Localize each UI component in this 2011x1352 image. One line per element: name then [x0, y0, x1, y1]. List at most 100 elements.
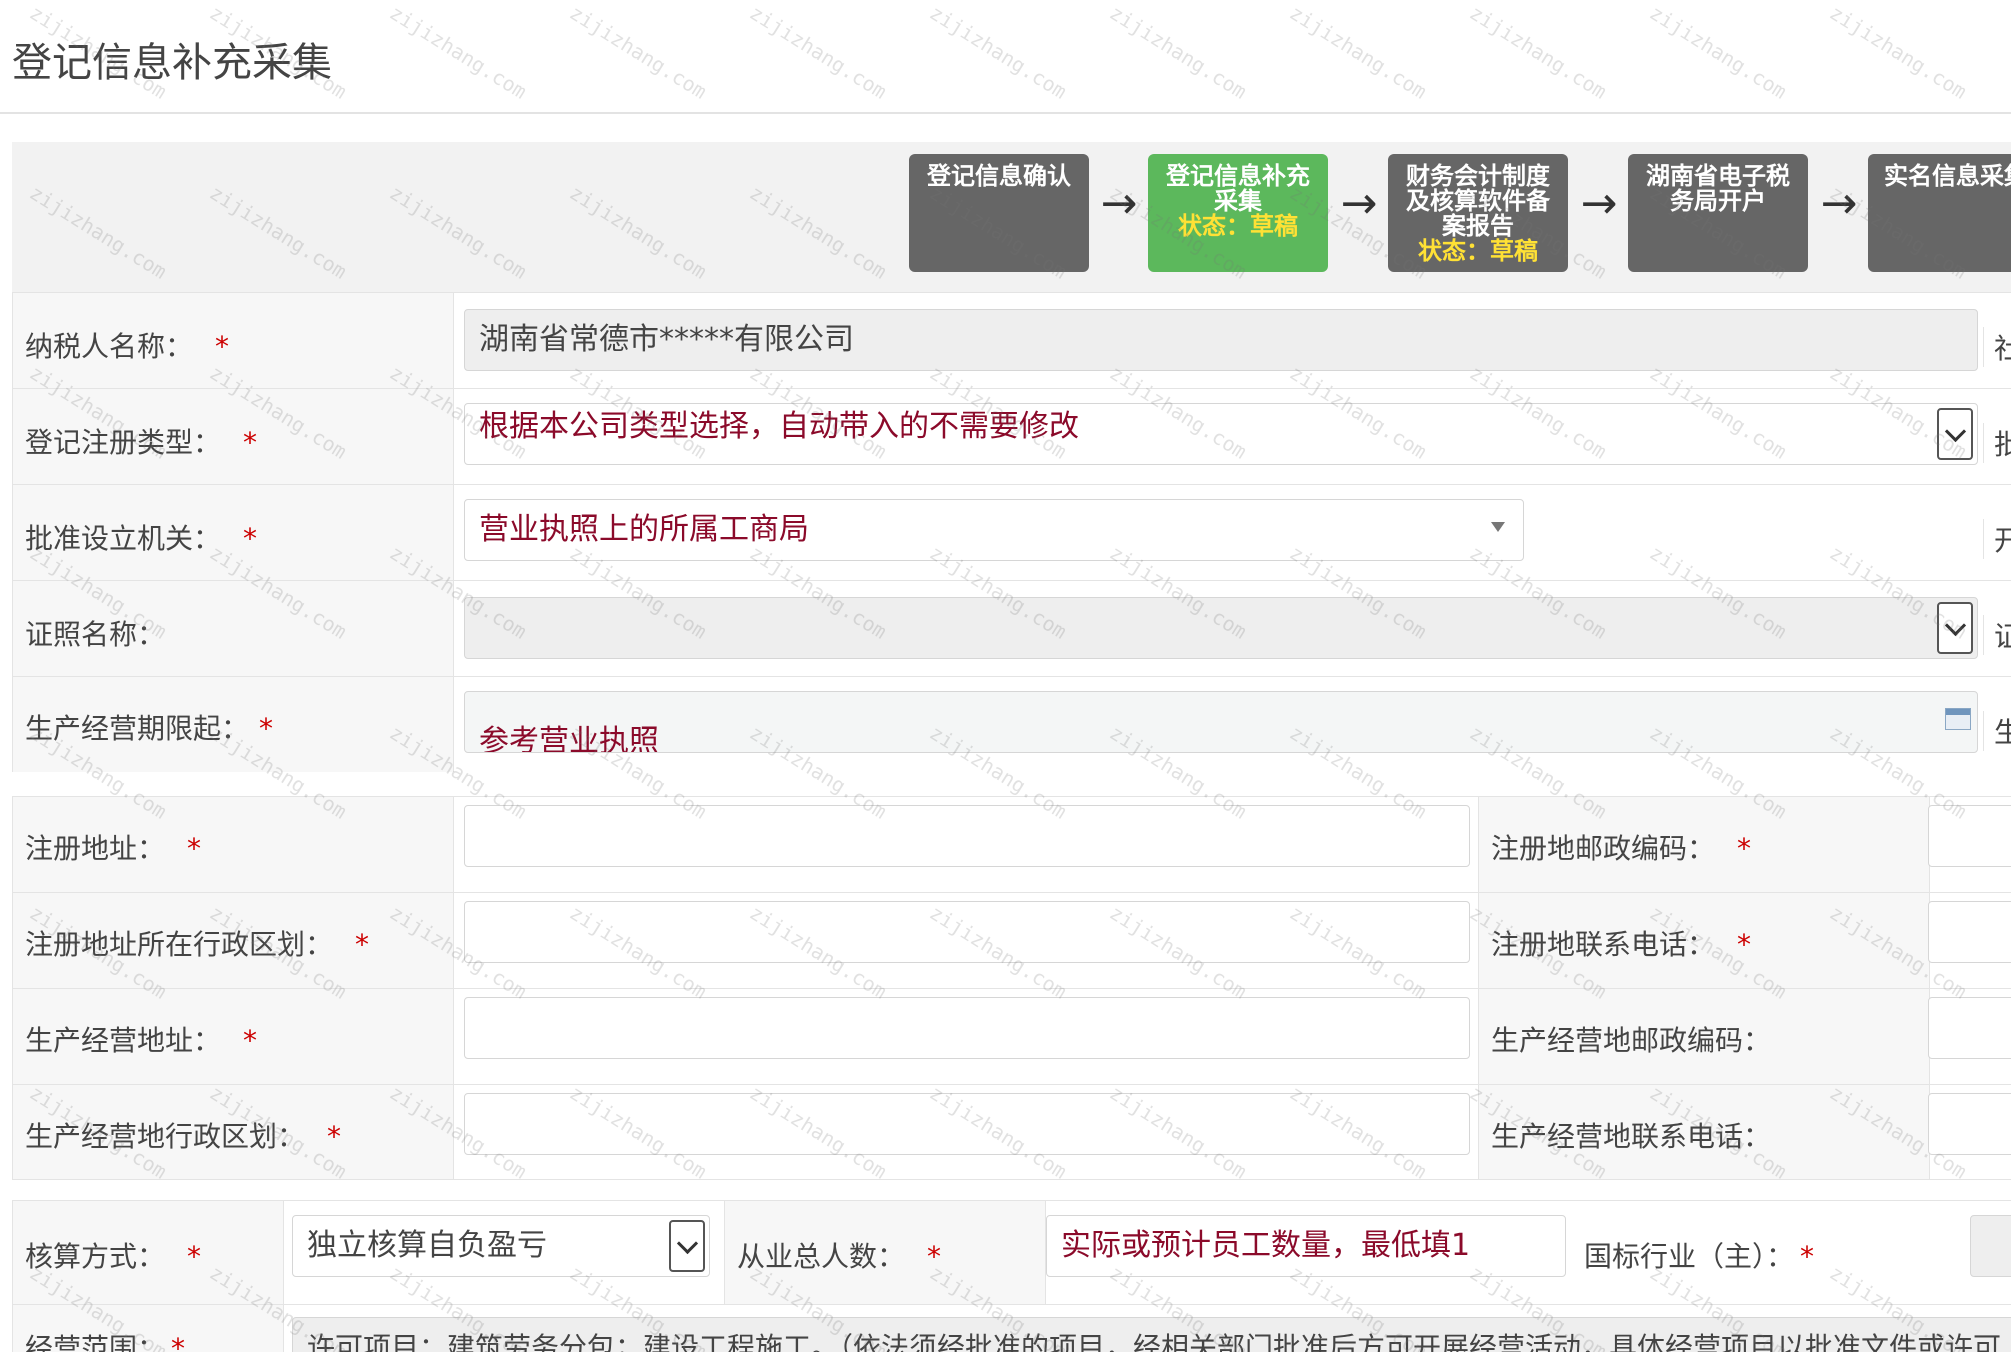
field-label: 纳税人名称：: [25, 330, 194, 363]
step-arrow-icon: →: [1820, 178, 1858, 229]
period-start-date-input[interactable]: 参考营业执照: [464, 691, 1978, 753]
biz-phone-input[interactable]: [1928, 1093, 2011, 1155]
step-e-tax-account[interactable]: 湖南省电子税务局开户: [1628, 154, 1808, 272]
step-label: 实名信息采集: [1884, 162, 2011, 190]
reg-postcode-input[interactable]: [1928, 805, 2011, 867]
label-cell: 注册地址： *: [12, 797, 454, 892]
side-label: 社: [1983, 327, 2011, 367]
field-label: 批准设立机关：: [25, 522, 222, 555]
reg-address-input[interactable]: [464, 805, 1470, 867]
required-mark: *: [1737, 832, 1752, 865]
biz-region-input[interactable]: [464, 1093, 1470, 1155]
step-status: 状态：草稿: [1418, 237, 1538, 265]
calendar-icon[interactable]: [1945, 708, 1971, 730]
reg-type-select[interactable]: 根据本公司类型选择，自动带入的不需要修改: [464, 403, 1978, 465]
label-cell: 注册地址所在行政区划： *: [12, 893, 454, 988]
label-cell: 登记注册类型： *: [12, 389, 454, 484]
side-label: 批: [1983, 423, 2011, 463]
required-mark: *: [171, 1332, 186, 1352]
required-mark: *: [327, 1120, 342, 1153]
row-taxpayer-name: 纳税人名称： * 湖南省常德市*****有限公司 社: [12, 292, 2011, 388]
required-mark: *: [259, 712, 274, 745]
step-registration-confirm[interactable]: 登记信息确认: [909, 154, 1089, 272]
required-mark: *: [1737, 928, 1752, 961]
field-label: 生产经营地行政区划：: [25, 1120, 306, 1153]
biz-postcode-input[interactable]: [1928, 997, 2011, 1059]
step-label: 登记信息补充采集: [1166, 162, 1310, 215]
side-label: 生: [1983, 711, 2011, 751]
field-label: 生产经营地邮政编码：: [1491, 1024, 1772, 1057]
field-label: 注册地址：: [25, 832, 166, 865]
label-cell: 从业总人数： *: [724, 1201, 1046, 1304]
row-reg-type: 登记注册类型： * 根据本公司类型选择，自动带入的不需要修改 批: [12, 388, 2011, 484]
label-cell: 注册地邮政编码： *: [1478, 797, 1930, 892]
label-cell: 生产经营地址： *: [12, 989, 454, 1084]
step-supplement-collection[interactable]: 登记信息补充采集 状态：草稿: [1148, 154, 1328, 272]
row-biz-region: 生产经营地行政区划： * 生产经营地联系电话：: [12, 1084, 2011, 1180]
row-reg-address: 注册地址： * 注册地邮政编码： *: [12, 796, 2011, 892]
side-label: 开: [1983, 519, 2011, 559]
row-biz-address: 生产经营地址： * 生产经营地邮政编码：: [12, 988, 2011, 1084]
row-accounting: 核算方式： * 独立核算自负盈亏 从业总人数： * 实际或预计员工数量，最低填1 国…: [12, 1200, 2011, 1304]
step-arrow-icon: →: [1100, 178, 1138, 229]
label-cell: 生产经营期限起： *: [12, 677, 454, 772]
step-real-name[interactable]: 实名信息采集: [1868, 154, 2011, 272]
business-scope-textarea[interactable]: 许可项目：建筑劳务分包；建设工程施工。（依法须经批准的项目，经相关部门批准后方可…: [292, 1317, 2011, 1352]
biz-address-input[interactable]: [464, 997, 1470, 1059]
label-cell: 核算方式： *: [12, 1201, 284, 1304]
chevron-down-icon[interactable]: [1937, 602, 1973, 654]
field-label: 生产经营地联系电话：: [1491, 1120, 1772, 1153]
caret-down-icon[interactable]: [1491, 522, 1505, 532]
field-label: 生产经营期限起：: [25, 712, 250, 745]
side-label: 证: [1983, 615, 2011, 655]
row-scope: 经营范围： * 许可项目：建筑劳务分包；建设工程施工。（依法须经批准的项目，经相关…: [12, 1304, 2011, 1352]
field-label: 经营范围：: [25, 1332, 166, 1352]
label-cell: 注册地联系电话： *: [1478, 893, 1930, 988]
page-title: 登记信息补充采集: [12, 40, 332, 86]
required-mark: *: [243, 1024, 258, 1057]
page-header: 登记信息补充采集: [0, 0, 2011, 114]
taxpayer-name-field[interactable]: 湖南省常德市*****有限公司: [464, 309, 1978, 371]
row-approval-org: 批准设立机关： * 营业执照上的所属工商局 开: [12, 484, 2011, 580]
step-label: 财务会计制度及核算软件备案报告: [1406, 162, 1550, 240]
employees-input[interactable]: 实际或预计员工数量，最低填1: [1046, 1215, 1566, 1277]
required-mark: *: [187, 832, 202, 865]
row-reg-region: 注册地址所在行政区划： * 注册地联系电话： *: [12, 892, 2011, 988]
field-label: 从业总人数：: [737, 1240, 906, 1273]
license-name-select[interactable]: [464, 597, 1978, 659]
required-mark: *: [243, 522, 258, 555]
required-mark: *: [215, 330, 230, 363]
required-mark: *: [243, 426, 258, 459]
required-mark: *: [187, 1240, 202, 1273]
label-cell: 批准设立机关： *: [12, 485, 454, 580]
field-label: 注册地邮政编码：: [1491, 832, 1716, 865]
label-cell: 生产经营地行政区划： *: [12, 1085, 454, 1179]
reg-phone-input[interactable]: [1928, 901, 2011, 963]
step-label: 湖南省电子税务局开户: [1646, 162, 1790, 215]
step-finance-report[interactable]: 财务会计制度及核算软件备案报告 状态：草稿: [1388, 154, 1568, 272]
field-label: 国标行业（主）：: [1584, 1240, 1795, 1273]
row-period-start: 生产经营期限起： * 参考营业执照 生: [12, 676, 2011, 772]
reg-region-input[interactable]: [464, 901, 1470, 963]
required-mark: *: [1800, 1240, 1815, 1273]
chevron-down-icon[interactable]: [669, 1220, 705, 1272]
approval-org-select[interactable]: 营业执照上的所属工商局: [464, 499, 1524, 561]
row-license-name: 证照名称： 证: [12, 580, 2011, 676]
label-cell: 纳税人名称： *: [12, 293, 454, 388]
required-mark: *: [927, 1240, 942, 1273]
industry-select[interactable]: [1970, 1215, 2011, 1277]
field-label: 证照名称：: [25, 618, 166, 651]
step-arrow-icon: →: [1340, 178, 1378, 229]
chevron-down-icon[interactable]: [1937, 408, 1973, 460]
label-cell: 生产经营地联系电话：: [1478, 1085, 1930, 1179]
accounting-method-select[interactable]: 独立核算自负盈亏: [292, 1215, 710, 1277]
step-label: 登记信息确认: [927, 162, 1071, 190]
field-label: 注册地址所在行政区划：: [25, 928, 334, 961]
field-label: 核算方式：: [25, 1240, 166, 1273]
field-label: 生产经营地址：: [25, 1024, 222, 1057]
step-arrow-icon: →: [1580, 178, 1618, 229]
step-status: 状态：草稿: [1178, 212, 1298, 240]
required-mark: *: [355, 928, 370, 961]
field-label: 登记注册类型：: [25, 426, 222, 459]
label-cell: 证照名称：: [12, 581, 454, 676]
